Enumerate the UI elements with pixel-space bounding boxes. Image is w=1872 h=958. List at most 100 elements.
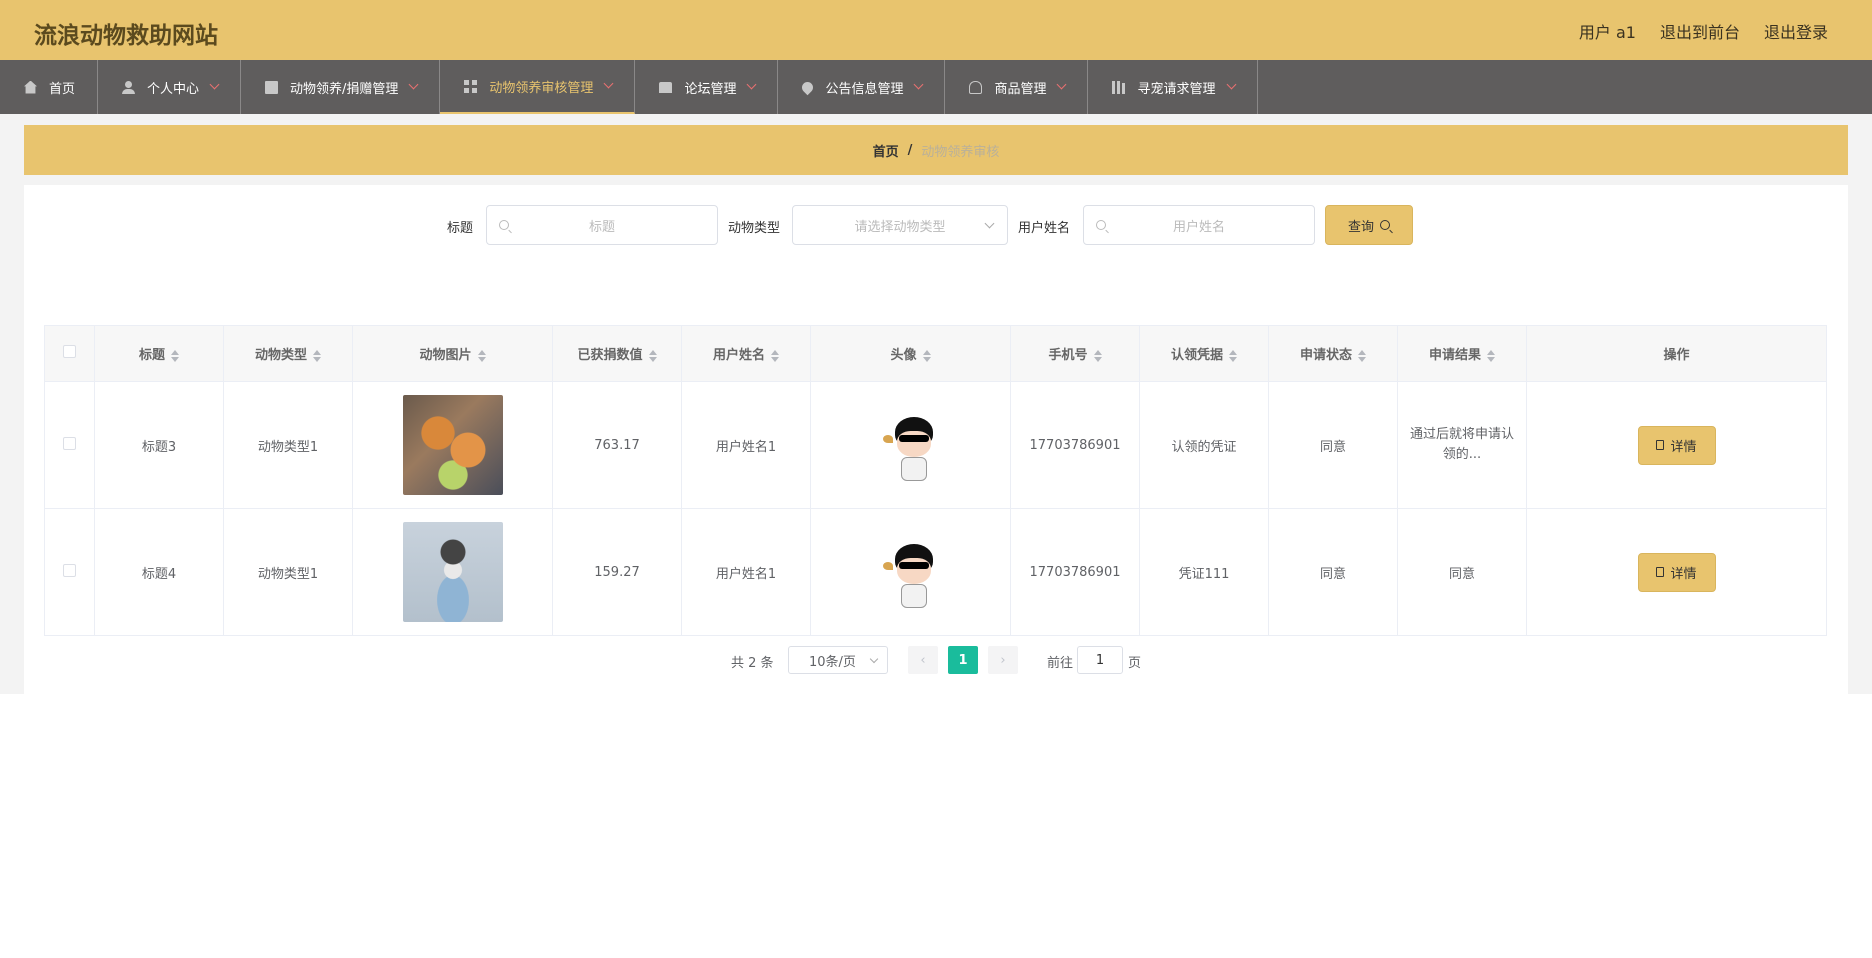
nav-item-adoption-review[interactable]: 动物领养审核管理 — [440, 60, 636, 114]
pagination: 共 2 条 10条/页 ‹ 1 › 前往 1 页 — [0, 646, 1872, 674]
user-name-label: 用户姓名 — [1018, 221, 1071, 236]
breadcrumb-current: 动物领养审核 — [921, 144, 1000, 160]
column-header[interactable]: 申请状态 — [1268, 325, 1398, 382]
cell-animal-image — [352, 508, 553, 636]
avatar[interactable] — [861, 395, 961, 495]
prev-page-button[interactable]: ‹ — [908, 646, 938, 674]
sort-icon[interactable] — [1229, 349, 1237, 362]
sort-icon[interactable] — [1487, 349, 1495, 362]
bars-icon — [1112, 80, 1126, 94]
nav-item-label: 论坛管理 — [684, 81, 737, 97]
nav-item-label: 首页 — [49, 81, 76, 97]
cell-phone: 17703786901 — [1010, 508, 1140, 636]
column-header[interactable]: 申请结果 — [1397, 325, 1527, 382]
cell-result: 通过后就将申请认领的... — [1397, 381, 1527, 509]
top-links: 用户 a1 退出到前台 退出登录 — [1579, 19, 1828, 43]
nav-item-goods[interactable]: 商品管理 — [945, 60, 1089, 114]
pagination-total: 共 2 条 — [731, 656, 774, 671]
cell-avatar — [810, 381, 1011, 509]
animal-type-select[interactable]: 请选择动物类型 — [792, 205, 1008, 245]
nav-item-home[interactable]: 首页 — [0, 60, 99, 114]
home-icon — [24, 80, 37, 94]
table-header-row: 标题 动物类型 动物图片 已获捐数值 用户姓名 头像 手机号 认领凭据 申请状态… — [44, 325, 1827, 382]
goto-page-input[interactable]: 1 — [1077, 646, 1123, 674]
nav-item-adoption-donation[interactable]: 动物领养/捐赠管理 — [241, 60, 441, 114]
sort-icon[interactable] — [922, 349, 931, 362]
document-icon — [1656, 567, 1665, 577]
adoption-review-table: 标题 动物类型 动物图片 已获捐数值 用户姓名 头像 手机号 认领凭据 申请状态… — [44, 325, 1827, 636]
chevron-down-icon — [914, 79, 924, 90]
clipboard-icon — [265, 80, 279, 94]
row-checkbox[interactable] — [63, 563, 76, 577]
nav-item-forum[interactable]: 论坛管理 — [635, 60, 779, 114]
page-number-current[interactable]: 1 — [948, 646, 978, 674]
breadcrumb-separator: / — [907, 142, 913, 158]
nav-item-notices[interactable]: 公告信息管理 — [778, 60, 946, 114]
select-all-cell — [44, 325, 95, 382]
column-header[interactable]: 动物图片 — [352, 325, 553, 382]
row-checkbox[interactable] — [63, 436, 76, 450]
column-header[interactable]: 用户姓名 — [681, 325, 811, 382]
title-placeholder: 标题 — [588, 219, 615, 235]
nav-item-label: 动物领养/捐赠管理 — [290, 81, 399, 97]
table-row: 标题3 动物类型1 763.17 用户姓名1 17703786901 认领的凭证… — [44, 381, 1827, 509]
detail-button[interactable]: 详情 — [1637, 552, 1716, 592]
user-icon — [122, 80, 136, 94]
sort-icon[interactable] — [1093, 349, 1102, 362]
top-header: 流浪动物救助网站 用户 a1 退出到前台 退出登录 — [0, 0, 1872, 60]
cell-phone: 17703786901 — [1010, 381, 1140, 509]
nav-item-profile[interactable]: 个人中心 — [98, 60, 242, 114]
query-button[interactable]: 查询 — [1325, 205, 1413, 245]
cell-proof: 凭证111 — [1139, 508, 1269, 636]
select-all-checkbox[interactable] — [63, 345, 76, 358]
sort-icon[interactable] — [171, 349, 179, 362]
exit-to-front-link[interactable]: 退出到前台 — [1660, 19, 1740, 43]
nav-item-pet-search[interactable]: 寻宠请求管理 — [1088, 60, 1258, 114]
sort-icon[interactable] — [771, 349, 779, 362]
nav-item-label: 公告信息管理 — [825, 81, 904, 97]
cell-proof: 认领的凭证 — [1139, 381, 1269, 509]
cell-result: 同意 — [1397, 508, 1527, 636]
animal-photo[interactable] — [402, 522, 503, 622]
column-header[interactable]: 头像 — [810, 325, 1011, 382]
cell-title: 标题4 — [94, 508, 224, 636]
book-icon — [659, 81, 673, 93]
detail-button[interactable]: 详情 — [1637, 425, 1716, 465]
sort-icon[interactable] — [477, 349, 486, 362]
pin-icon — [800, 79, 816, 95]
breadcrumb-home[interactable]: 首页 — [873, 141, 899, 160]
chevron-down-icon — [747, 79, 757, 90]
nav-item-label: 动物领养审核管理 — [489, 80, 594, 96]
column-header[interactable]: 认领凭据 — [1139, 325, 1269, 382]
chevron-down-icon — [1226, 79, 1236, 90]
sort-icon[interactable] — [648, 349, 657, 362]
avatar[interactable] — [861, 522, 961, 622]
logout-link[interactable]: 退出登录 — [1764, 19, 1828, 43]
site-title: 流浪动物救助网站 — [34, 23, 218, 49]
user-name-search-input[interactable]: 用户姓名 — [1083, 205, 1315, 245]
bell-icon — [969, 80, 983, 94]
cell-animal-type: 动物类型1 — [223, 381, 353, 509]
search-bar: 标题 标题 动物类型 请选择动物类型 用户姓名 用户姓名 查询 — [0, 205, 1872, 245]
cell-donation: 159.27 — [552, 508, 682, 636]
title-label: 标题 — [447, 221, 474, 236]
cell-animal-type: 动物类型1 — [223, 508, 353, 636]
next-page-button[interactable]: › — [988, 646, 1018, 674]
page-size-select[interactable]: 10条/页 — [788, 646, 888, 674]
cell-animal-image — [352, 381, 553, 509]
chevron-down-icon — [209, 79, 220, 90]
column-header[interactable]: 手机号 — [1010, 325, 1140, 382]
column-header[interactable]: 动物类型 — [223, 325, 353, 382]
column-header[interactable]: 已获捐数值 — [552, 325, 682, 382]
title-search-input[interactable]: 标题 — [486, 205, 718, 245]
query-button-label: 查询 — [1347, 219, 1374, 235]
nav-item-label: 寻宠请求管理 — [1137, 81, 1216, 97]
cell-status: 同意 — [1268, 381, 1398, 509]
column-header[interactable]: 标题 — [94, 325, 224, 382]
user-name-placeholder: 用户姓名 — [1172, 219, 1225, 235]
animal-photo[interactable] — [402, 395, 503, 495]
sort-icon[interactable] — [313, 349, 321, 362]
current-user: 用户 a1 — [1578, 23, 1636, 42]
breadcrumb: 首页 / 动物领养审核 — [24, 125, 1848, 175]
sort-icon[interactable] — [1358, 349, 1366, 362]
